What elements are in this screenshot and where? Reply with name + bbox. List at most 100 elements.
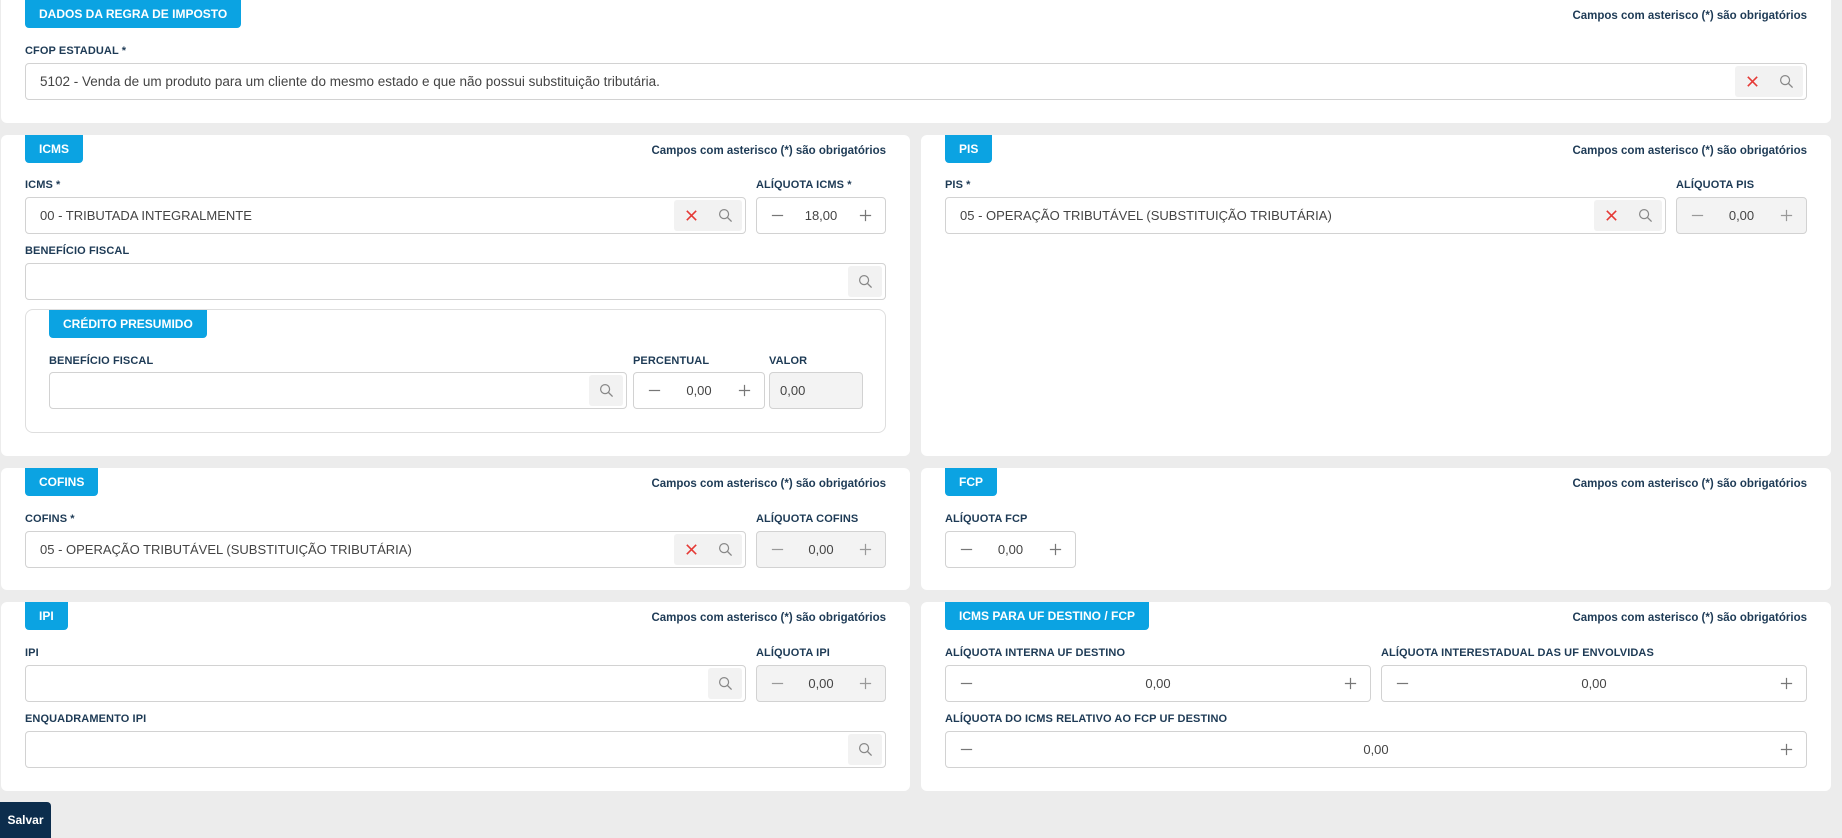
section-fcp: FCP Campos com asterisco (*) são obrigat… [921, 468, 1831, 590]
section-icms: ICMS Campos com asterisco (*) são obriga… [1, 135, 910, 456]
section-dados-regra: DADOS DA REGRA DE IMPOSTO Campos com ast… [1, 0, 1831, 123]
icms-field[interactable]: 00 - TRIBUTADA INTEGRALMENTE [25, 197, 746, 234]
cofins-label: COFINS * [25, 513, 75, 525]
search-icon[interactable] [848, 266, 882, 297]
required-note: Campos com asterisco (*) são obrigatório… [651, 478, 886, 490]
aliquota-fcp-uf-destino-label: ALÍQUOTA DO ICMS RELATIVO AO FCP UF DEST… [945, 713, 1228, 725]
search-icon[interactable] [589, 375, 623, 406]
percentual-stepper[interactable]: 0,00 [633, 372, 765, 409]
plus-icon[interactable] [845, 198, 885, 233]
pis-value[interactable]: 05 - OPERAÇÃO TRIBUTÁVEL (SUBSTITUIÇÃO T… [946, 208, 1594, 223]
minus-icon[interactable] [757, 532, 797, 567]
section-title: PIS [945, 135, 993, 163]
aliquota-fcp-uf-destino-value[interactable]: 0,00 [986, 742, 1766, 757]
aliquota-pis-label: ALÍQUOTA PIS [1676, 179, 1755, 191]
required-note: Campos com asterisco (*) são obrigatório… [1572, 145, 1807, 157]
credito-beneficio-label: BENEFÍCIO FISCAL [49, 355, 154, 367]
pis-label: PIS * [945, 179, 971, 191]
aliquota-ipi-value[interactable]: 0,00 [797, 676, 845, 691]
cofins-value[interactable]: 05 - OPERAÇÃO TRIBUTÁVEL (SUBSTITUIÇÃO T… [26, 542, 674, 557]
valor-field: 0,00 [769, 372, 863, 409]
aliquota-fcp-stepper[interactable]: 0,00 [945, 531, 1076, 568]
ipi-label: IPI [25, 647, 39, 659]
section-pis: PIS Campos com asterisco (*) são obrigat… [921, 135, 1831, 456]
cfop-field[interactable]: 5102 - Venda de um produto para um clien… [25, 63, 1807, 100]
aliquota-pis-value[interactable]: 0,00 [1717, 208, 1766, 223]
search-icon[interactable] [1769, 66, 1803, 97]
search-icon[interactable] [1628, 200, 1662, 231]
cfop-label: CFOP ESTADUAL * [25, 45, 127, 57]
required-note: Campos com asterisco (*) são obrigatório… [1572, 10, 1807, 22]
minus-icon[interactable] [757, 198, 797, 233]
enquadramento-ipi-field[interactable] [25, 731, 886, 768]
aliquota-pis-stepper[interactable]: 0,00 [1676, 197, 1807, 234]
section-icms-uf-destino: ICMS PARA UF DESTINO / FCP Campos com as… [921, 602, 1831, 791]
minus-icon[interactable] [757, 666, 797, 701]
aliquota-icms-value[interactable]: 18,00 [797, 208, 845, 223]
valor-label: VALOR [769, 355, 808, 367]
cfop-value[interactable]: 5102 - Venda de um produto para um clien… [26, 74, 1735, 89]
required-note: Campos com asterisco (*) são obrigatório… [1572, 612, 1807, 624]
icms-value[interactable]: 00 - TRIBUTADA INTEGRALMENTE [26, 208, 674, 223]
clear-icon[interactable] [674, 200, 708, 231]
aliquota-ipi-stepper[interactable]: 0,00 [756, 665, 886, 702]
percentual-value[interactable]: 0,00 [674, 383, 724, 398]
pis-field[interactable]: 05 - OPERAÇÃO TRIBUTÁVEL (SUBSTITUIÇÃO T… [945, 197, 1666, 234]
minus-icon[interactable] [946, 532, 986, 567]
search-icon[interactable] [848, 734, 882, 765]
minus-icon[interactable] [1382, 666, 1422, 701]
credito-beneficio-field[interactable] [49, 372, 627, 409]
aliquota-cofins-label: ALÍQUOTA COFINS [756, 513, 859, 525]
plus-icon[interactable] [1035, 532, 1075, 567]
ipi-field[interactable] [25, 665, 746, 702]
aliquota-interna-stepper[interactable]: 0,00 [945, 665, 1371, 702]
aliquota-icms-label: ALÍQUOTA ICMS * [756, 179, 852, 191]
section-cofins: COFINS Campos com asterisco (*) são obri… [1, 468, 910, 590]
required-note: Campos com asterisco (*) são obrigatório… [1572, 478, 1807, 490]
cofins-field[interactable]: 05 - OPERAÇÃO TRIBUTÁVEL (SUBSTITUIÇÃO T… [25, 531, 746, 568]
plus-icon[interactable] [1766, 666, 1806, 701]
credito-presumido-title: CRÉDITO PRESUMIDO [49, 310, 207, 338]
plus-icon[interactable] [845, 666, 885, 701]
plus-icon[interactable] [845, 532, 885, 567]
section-ipi: IPI Campos com asterisco (*) são obrigat… [1, 602, 910, 791]
aliquota-interestadual-label: ALÍQUOTA INTERESTADUAL DAS UF ENVOLVIDAS [1381, 647, 1654, 659]
required-note: Campos com asterisco (*) são obrigatório… [651, 612, 886, 624]
credito-presumido-panel: CRÉDITO PRESUMIDO BENEFÍCIO FISCAL PERCE… [25, 309, 886, 433]
minus-icon[interactable] [634, 373, 674, 408]
search-icon[interactable] [708, 534, 742, 565]
aliquota-icms-stepper[interactable]: 18,00 [756, 197, 886, 234]
aliquota-fcp-uf-destino-stepper[interactable]: 0,00 [945, 731, 1807, 768]
section-title: ICMS [25, 135, 83, 163]
section-title: DADOS DA REGRA DE IMPOSTO [25, 0, 242, 28]
minus-icon[interactable] [946, 732, 986, 767]
minus-icon[interactable] [946, 666, 986, 701]
clear-icon[interactable] [674, 534, 708, 565]
search-icon[interactable] [708, 200, 742, 231]
aliquota-cofins-stepper[interactable]: 0,00 [756, 531, 886, 568]
plus-icon[interactable] [724, 373, 764, 408]
icms-label: ICMS * [25, 179, 61, 191]
required-note: Campos com asterisco (*) são obrigatório… [651, 145, 886, 157]
aliquota-interestadual-stepper[interactable]: 0,00 [1381, 665, 1807, 702]
clear-icon[interactable] [1594, 200, 1628, 231]
section-title: COFINS [25, 468, 99, 496]
beneficio-fiscal-field[interactable] [25, 263, 886, 300]
aliquota-interna-value[interactable]: 0,00 [986, 676, 1330, 691]
section-title: FCP [945, 468, 997, 496]
plus-icon[interactable] [1766, 732, 1806, 767]
aliquota-fcp-value[interactable]: 0,00 [986, 542, 1035, 557]
aliquota-interestadual-value[interactable]: 0,00 [1422, 676, 1766, 691]
clear-icon[interactable] [1735, 66, 1769, 97]
aliquota-fcp-label: ALÍQUOTA FCP [945, 513, 1028, 525]
aliquota-interna-label: ALÍQUOTA INTERNA UF DESTINO [945, 647, 1126, 659]
aliquota-cofins-value[interactable]: 0,00 [797, 542, 845, 557]
minus-icon[interactable] [1677, 198, 1717, 233]
save-button[interactable]: Salvar [0, 802, 51, 838]
plus-icon[interactable] [1330, 666, 1370, 701]
section-title: ICMS PARA UF DESTINO / FCP [945, 602, 1150, 630]
section-title: IPI [25, 602, 68, 630]
plus-icon[interactable] [1766, 198, 1806, 233]
percentual-label: PERCENTUAL [633, 355, 710, 367]
search-icon[interactable] [708, 668, 742, 699]
